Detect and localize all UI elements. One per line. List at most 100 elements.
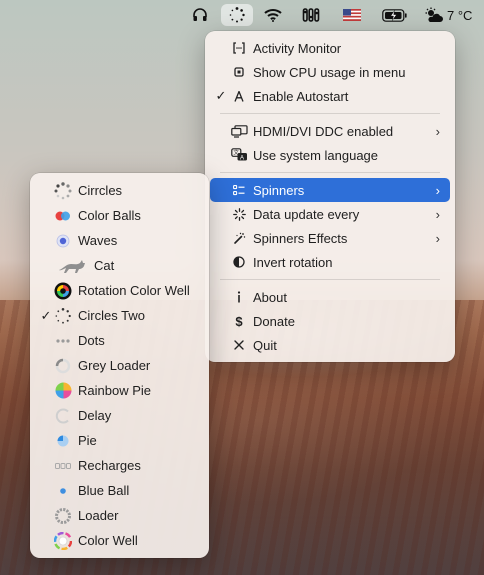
cat-icon [57,257,87,275]
menu-item-show-cpu-usage[interactable]: Show CPU usage in menu [210,60,450,84]
blue-ball-icon [54,482,72,500]
update-icon [230,205,248,223]
menu-item-about[interactable]: About [210,285,450,309]
menu-item-label: Loader [78,508,119,523]
delay-icon [54,407,72,425]
spinner-app-icon[interactable] [221,4,253,26]
checkmark-icon: ✓ [215,88,227,103]
menu-item-hdmi-ddc[interactable]: HDMI/DVI DDC enabled › [210,119,450,143]
circles-two-icon [54,307,72,325]
menu-item-label: Enable Autostart [253,88,349,104]
battery-charging-icon[interactable] [380,4,410,26]
menu-item-spinners[interactable]: Spinners › [210,178,450,202]
rainbow-pie-icon [54,382,72,400]
pie-icon [54,432,72,450]
spinners-icon [230,181,248,199]
menu-item-label: Color Well [78,533,138,548]
menu-item-label: Blue Ball [78,483,130,498]
rotation-color-well-icon [54,282,72,300]
menu-item-label: HDMI/DVI DDC enabled [253,123,394,139]
menu-item-label: Donate [253,313,295,329]
menu-item-label: Activity Monitor [253,40,342,56]
menu-item-label: Spinners [253,182,305,198]
menu-item-activity-monitor[interactable]: Activity Monitor [210,36,450,60]
menu-item-system-language[interactable]: A文 Use system language [210,143,450,167]
app-dropdown-menu: Activity Monitor Show CPU usage in menu … [205,31,455,362]
menu-item-label: Cat [94,258,115,273]
menu-item-label: About [253,289,287,305]
svg-text:A: A [240,155,244,161]
spinner-option-blue-ball[interactable]: Blue Ball [35,478,204,503]
menu-item-invert-rotation[interactable]: Invert rotation [210,250,450,274]
spinner-option-pie[interactable]: Pie [35,428,204,453]
spinner-option-rotation-color-well[interactable]: Rotation Color Well [35,278,204,303]
spinner-option-cat[interactable]: Cat [35,253,204,278]
us-flag-icon[interactable] [340,4,364,26]
spinner-option-color-balls[interactable]: Color Balls [35,203,204,228]
color-balls-icon [54,207,72,225]
chevron-right-icon: › [435,206,440,222]
spinner-option-rainbow-pie[interactable]: Rainbow Pie [35,378,204,403]
spinner-option-delay[interactable]: Delay [35,403,204,428]
close-icon [230,336,248,354]
display-icon [230,122,248,140]
spinners-submenu: Cirrcles Color Balls Waves Cat Rotation … [30,173,209,558]
grey-loader-icon [54,357,72,375]
menu-separator [220,172,440,173]
menu-item-label: Show CPU usage in menu [253,64,406,80]
spinner-option-cirrcles[interactable]: Cirrcles [35,178,204,203]
menu-bar: 7 °C [0,0,484,30]
menu-item-label: Data update every [253,206,360,222]
waves-icon [54,232,72,250]
language-icon: A文 [230,146,248,164]
control-center-icon[interactable] [299,4,323,26]
loader-icon [54,507,72,525]
spinner-option-grey-loader[interactable]: Grey Loader [35,353,204,378]
invert-icon [230,253,248,271]
spinner-option-circles-two[interactable]: ✓ Circles Two [35,303,204,328]
menu-separator [220,279,440,280]
menu-item-label: Delay [78,408,112,423]
chevron-right-icon: › [435,230,440,246]
menu-item-label: Rotation Color Well [78,283,190,298]
menu-item-label: Invert rotation [253,254,333,270]
svg-text:文: 文 [233,149,239,157]
menu-item-data-update-every[interactable]: Data update every › [210,202,450,226]
menu-item-label: Quit [253,337,277,353]
headphones-icon[interactable] [188,4,212,26]
menu-item-spinners-effects[interactable]: Spinners Effects › [210,226,450,250]
menu-item-label: Pie [78,433,97,448]
wifi-icon[interactable] [261,4,285,26]
weather-widget[interactable]: 7 °C [424,4,476,26]
menu-item-label: Waves [78,233,118,248]
menu-item-label: Color Balls [78,208,141,223]
menu-item-label: Recharges [78,458,141,473]
cpu-icon [230,63,248,81]
dots-icon [54,332,72,350]
spinner-option-recharges[interactable]: Recharges [35,453,204,478]
menu-separator [220,113,440,114]
activity-monitor-icon [230,39,248,57]
autostart-icon [230,87,248,105]
color-well-icon [54,531,72,550]
menu-item-label: Cirrcles [78,183,123,198]
spinner-option-waves[interactable]: Waves [35,228,204,253]
partly-sunny-icon [424,7,444,23]
menu-item-enable-autostart[interactable]: ✓ Enable Autostart [210,84,450,108]
menu-item-quit[interactable]: Quit [210,333,450,357]
menu-item-donate[interactable]: $ Donate [210,309,450,333]
spinner-option-dots[interactable]: Dots [35,328,204,353]
dollar-icon: $ [235,313,243,329]
chevron-right-icon: › [435,182,440,198]
spinner-option-color-well[interactable]: Color Well [35,528,204,553]
menu-item-label: Dots [78,333,105,348]
info-icon [230,288,248,306]
effects-icon [230,229,248,247]
menu-item-label: Spinners Effects [253,230,348,246]
menu-item-label: Rainbow Pie [78,383,151,398]
spinner-option-loader[interactable]: Loader [35,503,204,528]
chevron-right-icon: › [435,123,440,139]
checkmark-icon: ✓ [40,307,52,323]
temperature-label: 7 °C [447,7,473,23]
circles-spinner-icon [54,181,72,200]
